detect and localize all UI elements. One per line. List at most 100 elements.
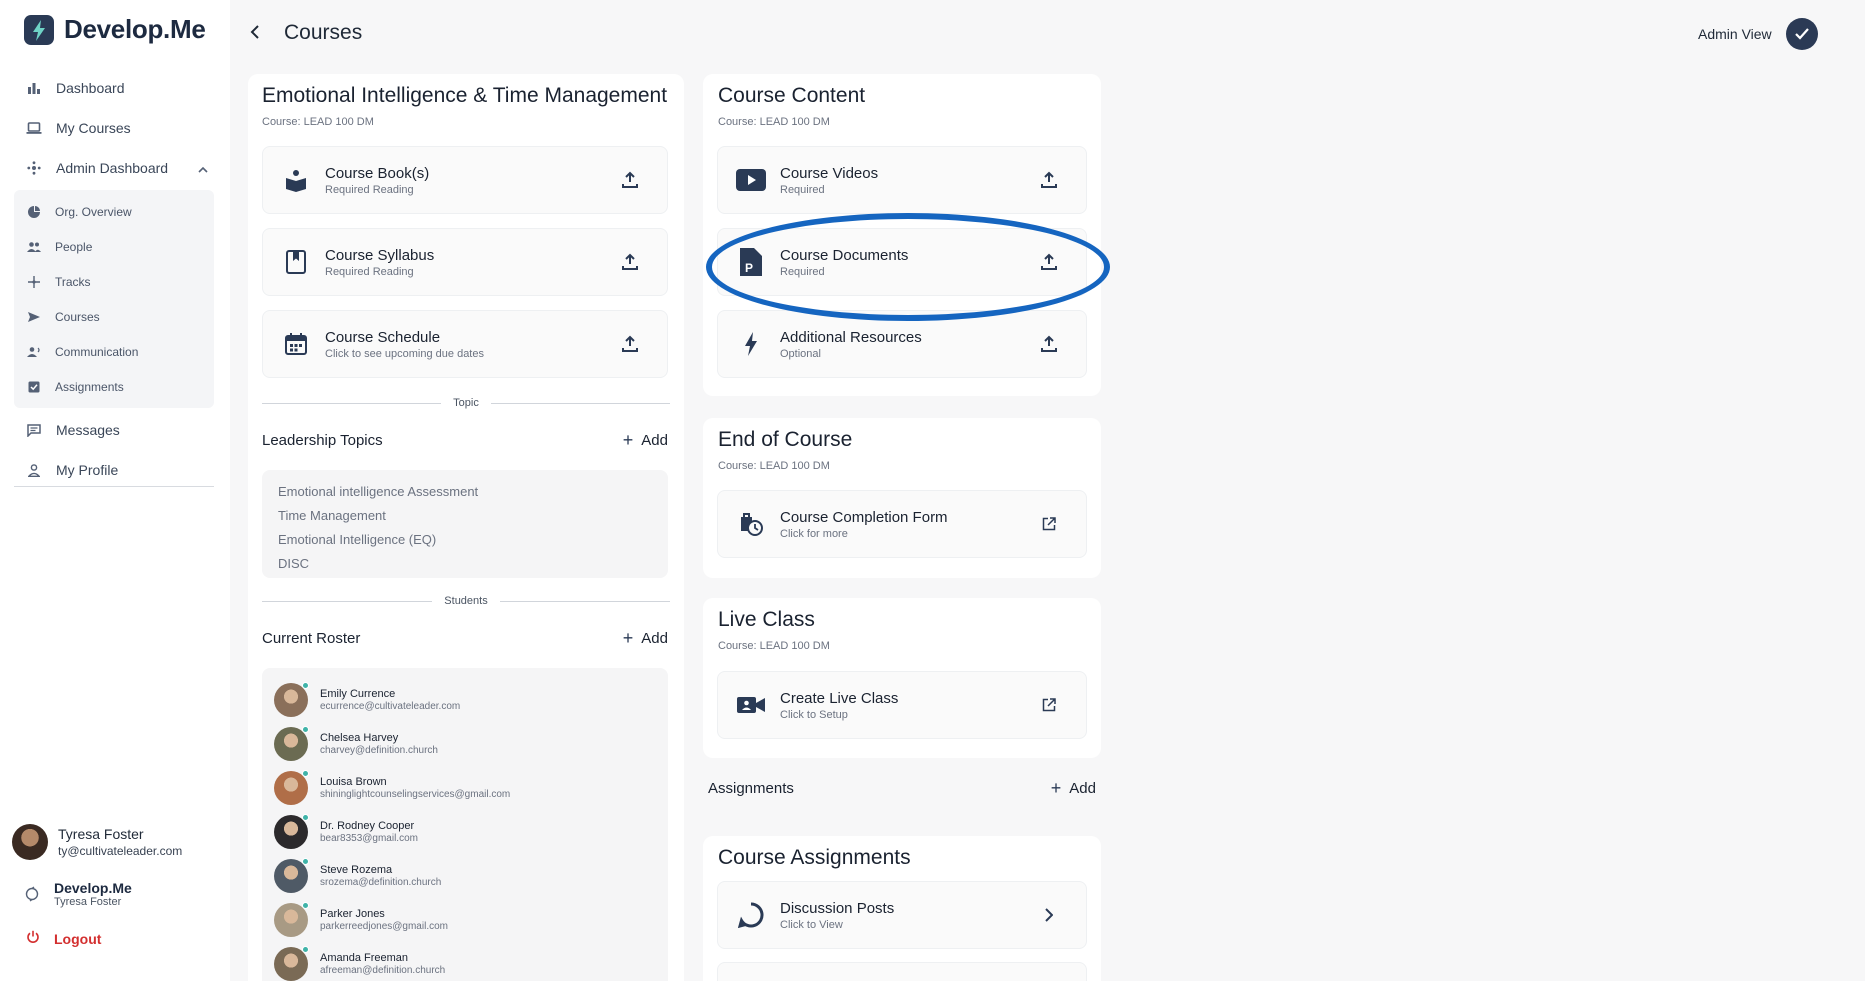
create-live-class-item[interactable]: Create Live Class Click to Setup: [717, 671, 1087, 739]
item-title: Discussion Posts: [780, 899, 895, 917]
item-title: Course Completion Form: [780, 508, 948, 526]
course-syllabus-item[interactable]: Course Syllabus Required Reading: [262, 228, 668, 296]
open-external-icon[interactable]: [1038, 513, 1060, 535]
live-class-card: Live Class Course: LEAD 100 DM Create Li…: [703, 598, 1101, 758]
people-icon: [27, 240, 41, 254]
sidebar-item-label: Courses: [55, 309, 100, 324]
sidebar-item-admin-dashboard[interactable]: Admin Dashboard: [14, 148, 214, 188]
list-item[interactable]: Louisa Brown shininglightcounselingservic…: [274, 766, 656, 810]
card-title: End of Course: [718, 428, 853, 451]
sidebar-item-assignments[interactable]: Assignments: [14, 369, 214, 404]
logout-button[interactable]: Logout: [12, 930, 222, 947]
upload-icon[interactable]: [1038, 169, 1060, 191]
add-student-button[interactable]: + Add: [623, 628, 668, 649]
sidebar-item-my-courses[interactable]: My Courses: [14, 108, 214, 148]
sidebar-divider: [14, 486, 214, 487]
list-item[interactable]: Parker Jones parkerreedjones@gmail.com: [274, 898, 656, 942]
course-documents-item[interactable]: P Course Documents Required: [717, 228, 1087, 296]
add-assignment-button[interactable]: + Add: [1051, 778, 1096, 799]
avatar: [274, 814, 309, 849]
current-user[interactable]: Tyresa Foster ty@cultivateleader.com: [12, 824, 222, 860]
section-label: Current Roster: [262, 630, 361, 647]
item-title: Course Videos: [780, 164, 879, 182]
plus-icon: +: [622, 430, 634, 450]
list-item[interactable]: Emily Currence ecurrence@cultivateleader.…: [274, 678, 656, 722]
document-icon: P: [734, 245, 768, 279]
additional-resources-item[interactable]: Additional Resources Optional: [717, 310, 1087, 378]
book-stack-icon: [279, 163, 313, 197]
card-title: Course Content: [718, 84, 866, 107]
sidebar-item-label: My Profile: [56, 462, 119, 478]
list-item: DISC: [278, 556, 310, 571]
course-code: Course: LEAD 100 DM: [262, 116, 374, 128]
sidebar-item-label: Communication: [55, 344, 139, 359]
org-name: Develop.Me: [54, 880, 132, 896]
item-subtitle: Required Reading: [325, 265, 414, 278]
video-camera-icon: [734, 688, 768, 722]
org-switcher[interactable]: Develop.Me Tyresa Foster: [12, 880, 222, 908]
course-videos-item[interactable]: Course Videos Required: [717, 146, 1087, 214]
bookmark-book-icon: [279, 245, 313, 279]
course-content-card: Course Content Course: LEAD 100 DM Cours…: [703, 74, 1101, 396]
sidebar-item-my-profile[interactable]: My Profile: [14, 450, 214, 490]
course-schedule-item[interactable]: Course Schedule Click to see upcoming du…: [262, 310, 668, 378]
admin-view-toggle[interactable]: [1786, 18, 1818, 50]
avatar: [274, 726, 309, 761]
sidebar-item-people[interactable]: People: [14, 229, 214, 264]
chat-bubble-icon: [734, 898, 768, 932]
sidebar-nav: Dashboard My Courses Admin Dashboard Org…: [14, 68, 214, 490]
upload-icon[interactable]: [1038, 333, 1060, 355]
sidebar-item-messages[interactable]: Messages: [14, 410, 214, 450]
avatar: [274, 770, 309, 805]
org-user: Tyresa Foster: [54, 896, 122, 908]
course-completion-form-item[interactable]: Course Completion Form Click for more: [717, 490, 1087, 558]
sidebar-item-courses[interactable]: Courses: [14, 299, 214, 334]
student-email: srozema@definition.church: [320, 877, 442, 888]
list-item: Time Management: [278, 508, 386, 523]
upload-icon[interactable]: [619, 169, 641, 191]
roster-header: Current Roster + Add: [262, 628, 668, 649]
divider-label: Students: [444, 595, 488, 607]
upload-icon[interactable]: [619, 333, 641, 355]
plus-icon: +: [622, 628, 634, 648]
sidebar-item-communication[interactable]: Communication: [14, 334, 214, 369]
students-divider: Students: [262, 595, 671, 607]
list-item[interactable]: Amanda Freeman afreeman@definition.church: [274, 942, 656, 981]
discussion-posts-item[interactable]: Discussion Posts Click to View: [717, 881, 1087, 949]
list-item[interactable]: Dr. Rodney Cooper bear8353@gmail.com: [274, 810, 656, 854]
sidebar-item-label: My Courses: [56, 120, 131, 136]
student-email: ecurrence@cultivateleader.com: [320, 701, 461, 712]
item-title: Course Documents: [780, 246, 909, 264]
communication-icon: [27, 345, 41, 359]
next-assignment-item[interactable]: [717, 962, 1087, 981]
upload-icon[interactable]: [1038, 251, 1060, 273]
back-button[interactable]: [250, 22, 262, 45]
item-subtitle: Required: [780, 183, 825, 196]
list-item[interactable]: Chelsea Harvey charvey@definition.church: [274, 722, 656, 766]
chevron-right-icon[interactable]: [1038, 904, 1060, 926]
chevron-left-icon: [250, 25, 259, 39]
item-subtitle: Click to View: [780, 918, 843, 931]
item-subtitle: Required Reading: [325, 183, 414, 196]
course-code: Course: LEAD 100 DM: [718, 640, 830, 652]
hub-icon: [26, 160, 42, 176]
course-code: Course: LEAD 100 DM: [718, 460, 830, 472]
sidebar-item-dashboard[interactable]: Dashboard: [14, 68, 214, 108]
student-email: parkerreedjones@gmail.com: [320, 921, 448, 932]
item-subtitle: Click for more: [780, 527, 848, 540]
sidebar-item-org-overview[interactable]: Org. Overview: [14, 194, 214, 229]
sidebar-item-tracks[interactable]: Tracks: [14, 264, 214, 299]
student-name: Emily Currence: [320, 688, 396, 700]
app-logo[interactable]: Develop.Me: [24, 14, 206, 45]
chevron-up-icon[interactable]: [198, 160, 208, 176]
course-books-item[interactable]: Course Book(s) Required Reading: [262, 146, 668, 214]
roster-list: Emily Currence ecurrence@cultivateleader.…: [262, 668, 668, 981]
open-external-icon[interactable]: [1038, 694, 1060, 716]
student-email: shininglightcounselingservices@gmail.com: [320, 789, 511, 800]
upload-icon[interactable]: [619, 251, 641, 273]
online-status-dot: [302, 814, 309, 821]
online-status-dot: [302, 946, 309, 953]
list-item[interactable]: Steve Rozema srozema@definition.church: [274, 854, 656, 898]
add-topic-button[interactable]: + Add: [623, 430, 668, 451]
section-label: Assignments: [708, 780, 794, 797]
